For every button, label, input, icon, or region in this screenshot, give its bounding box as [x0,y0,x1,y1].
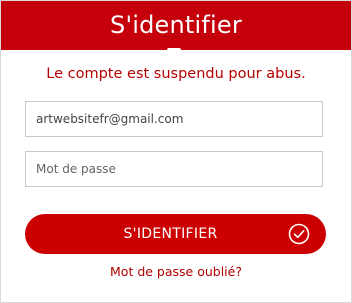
check-circle-icon [288,223,310,245]
forgot-password-link[interactable]: Mot de passe oublié? [0,264,352,279]
email-field[interactable] [25,101,323,137]
login-header: S'identifier [1,1,351,50]
submit-button[interactable]: S'IDENTIFIER [25,214,326,254]
page-title: S'identifier [110,10,242,39]
error-message: Le compte est suspendu pour abus. [46,66,306,82]
header-notch [167,48,181,52]
submit-button-label: S'IDENTIFIER [123,226,218,242]
password-field[interactable] [25,151,323,187]
